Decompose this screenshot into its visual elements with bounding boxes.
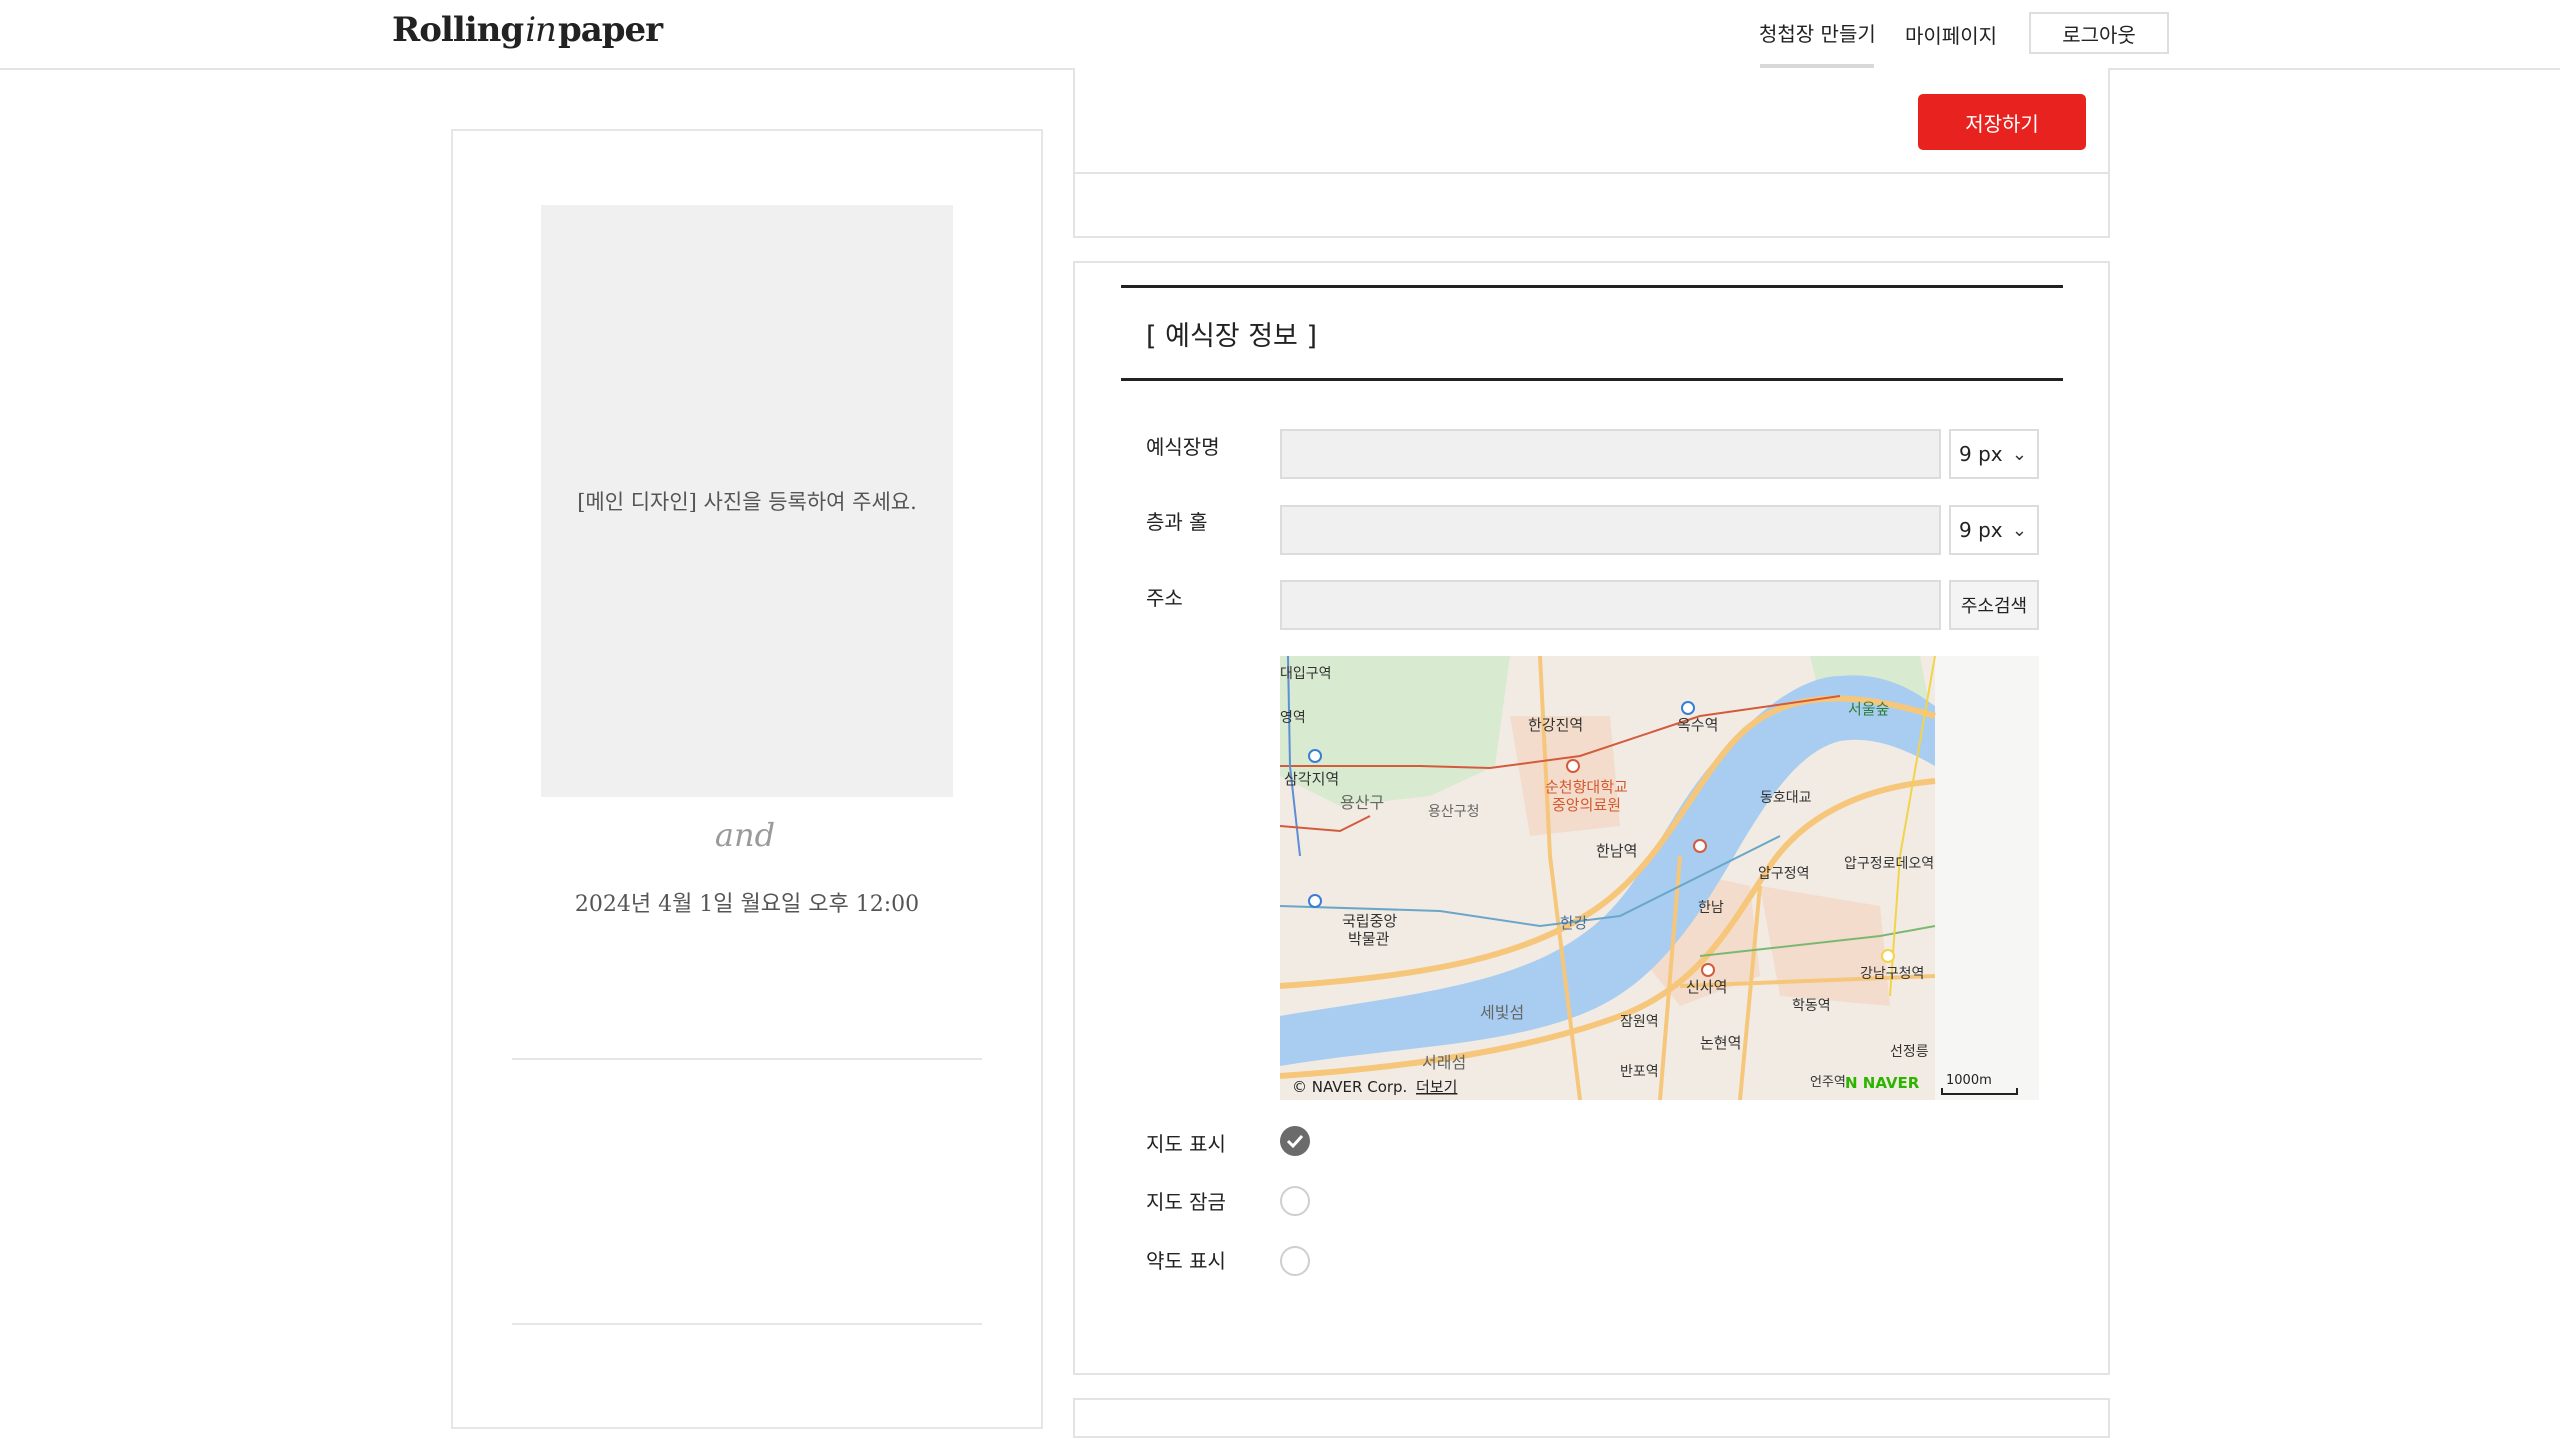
wedding-date: 2024년 4월 1일 월요일 오후 12:00 xyxy=(574,892,920,917)
address-search-button[interactable]: 주소검색 xyxy=(1949,580,2039,630)
map-lock-checkbox[interactable] xyxy=(1280,1186,1310,1216)
map-label: 신사역 xyxy=(1686,978,1727,996)
map-station-icon xyxy=(1566,759,1580,773)
map-label: 중앙의료원 xyxy=(1552,796,1621,814)
map-show-label: 지도 표시 xyxy=(1146,1132,1226,1156)
map-view[interactable]: 대입구역 영역 삼각지역 용산구 용산구청 한강진역 옥수역 서울숲 순천향대학… xyxy=(1280,656,2039,1100)
map-lock-label: 지도 잠금 xyxy=(1146,1190,1226,1214)
logo-text-paper: paper xyxy=(557,10,663,50)
map-label: 잠원역 xyxy=(1620,1014,1659,1030)
sketch-show-label: 약도 표시 xyxy=(1146,1249,1226,1273)
map-label: 삼각지역 xyxy=(1284,770,1339,788)
main-photo-placeholder[interactable]: [메인 디자인] 사진을 등록하여 주세요. xyxy=(541,205,953,797)
map-label: 대입구역 xyxy=(1280,666,1332,682)
section-title: [ 예식장 정보 ] xyxy=(1146,321,1318,352)
map-label: 한남역 xyxy=(1596,842,1637,860)
nav-make-invitation[interactable]: 청첩장 만들기 xyxy=(1759,18,1876,47)
hall-label: 층과 홀 xyxy=(1146,510,1208,534)
map-label: 옥수역 xyxy=(1677,716,1718,734)
font-size-value: 9 px xyxy=(1959,442,2003,466)
map-label: 한강진역 xyxy=(1528,716,1583,734)
map-label: 언주역 xyxy=(1810,1075,1846,1090)
map-station-icon xyxy=(1681,701,1695,715)
save-button[interactable]: 저장하기 xyxy=(1918,94,2086,150)
address-input[interactable] xyxy=(1280,580,1941,630)
map-station-icon xyxy=(1308,894,1322,908)
save-panel-divider xyxy=(1073,172,2110,174)
map-label: 국립중앙 xyxy=(1342,912,1397,930)
map-label: 영역 xyxy=(1280,710,1306,726)
map-station-icon xyxy=(1693,839,1707,853)
map-copyright: © NAVER Corp. xyxy=(1292,1078,1407,1096)
font-size-value: 9 px xyxy=(1959,518,2003,542)
map-label: 서울숲 xyxy=(1848,700,1889,718)
top-header xyxy=(0,0,2560,70)
map-label: 용산구청 xyxy=(1428,804,1480,820)
map-canvas: 대입구역 영역 삼각지역 용산구 용산구청 한강진역 옥수역 서울숲 순천향대학… xyxy=(1280,656,2039,1100)
photo-placeholder-text: [메인 디자인] 사진을 등록하여 주세요. xyxy=(577,490,917,514)
hall-font-size-select[interactable]: 9 px ⌄ xyxy=(1949,505,2039,555)
map-label: 박물관 xyxy=(1348,930,1390,948)
map-label: 서래섬 xyxy=(1422,1053,1466,1072)
map-scale: 1000m xyxy=(1946,1073,1992,1088)
map-label: 선정릉 xyxy=(1890,1044,1929,1060)
logo-text-rolling: Rolling xyxy=(392,10,524,50)
logout-button[interactable]: 로그아웃 xyxy=(2029,12,2169,54)
venue-name-font-size-select[interactable]: 9 px ⌄ xyxy=(1949,429,2039,479)
next-section-panel xyxy=(1073,1398,2110,1438)
hall-input[interactable] xyxy=(1280,505,1941,555)
preview-divider xyxy=(512,1323,982,1325)
map-show-checkbox[interactable] xyxy=(1280,1126,1310,1156)
map-label: 한강 xyxy=(1560,914,1588,932)
map-label: 압구정역 xyxy=(1758,866,1810,882)
logo[interactable]: Rollinginpaper xyxy=(392,10,663,50)
logo-text-in: in xyxy=(525,10,557,50)
map-station-icon xyxy=(1881,949,1895,963)
map-station-icon xyxy=(1701,963,1715,977)
map-label: 용산구 xyxy=(1340,793,1384,812)
chevron-down-icon: ⌄ xyxy=(2011,444,2027,465)
map-margin xyxy=(1935,656,2039,1100)
naver-logo: N NAVER xyxy=(1845,1074,1920,1092)
map-label: 논현역 xyxy=(1700,1034,1741,1052)
chevron-down-icon: ⌄ xyxy=(2011,520,2027,541)
map-label: 동호대교 xyxy=(1760,790,1812,806)
nav-mypage[interactable]: 마이페이지 xyxy=(1905,20,1997,49)
map-label: 세빛섬 xyxy=(1480,1003,1524,1022)
map-more-link[interactable]: 더보기 xyxy=(1416,1078,1457,1096)
section-rule xyxy=(1121,285,2063,288)
map-label: 반포역 xyxy=(1620,1064,1659,1080)
venue-name-label: 예식장명 xyxy=(1146,435,1220,459)
map-label: 압구정로데오역 xyxy=(1844,856,1934,872)
and-text: and xyxy=(714,816,776,854)
venue-name-input[interactable] xyxy=(1280,429,1941,479)
map-label: 학동역 xyxy=(1792,998,1831,1014)
address-label: 주소 xyxy=(1146,586,1183,610)
section-rule xyxy=(1121,378,2063,381)
map-label: 순천향대학교 xyxy=(1545,778,1628,796)
map-label: 한남 xyxy=(1698,900,1724,916)
check-icon xyxy=(1286,1134,1304,1149)
map-label: 강남구청역 xyxy=(1860,966,1924,982)
sketch-show-checkbox[interactable] xyxy=(1280,1246,1310,1276)
map-station-icon xyxy=(1308,749,1322,763)
preview-divider xyxy=(512,1058,982,1060)
